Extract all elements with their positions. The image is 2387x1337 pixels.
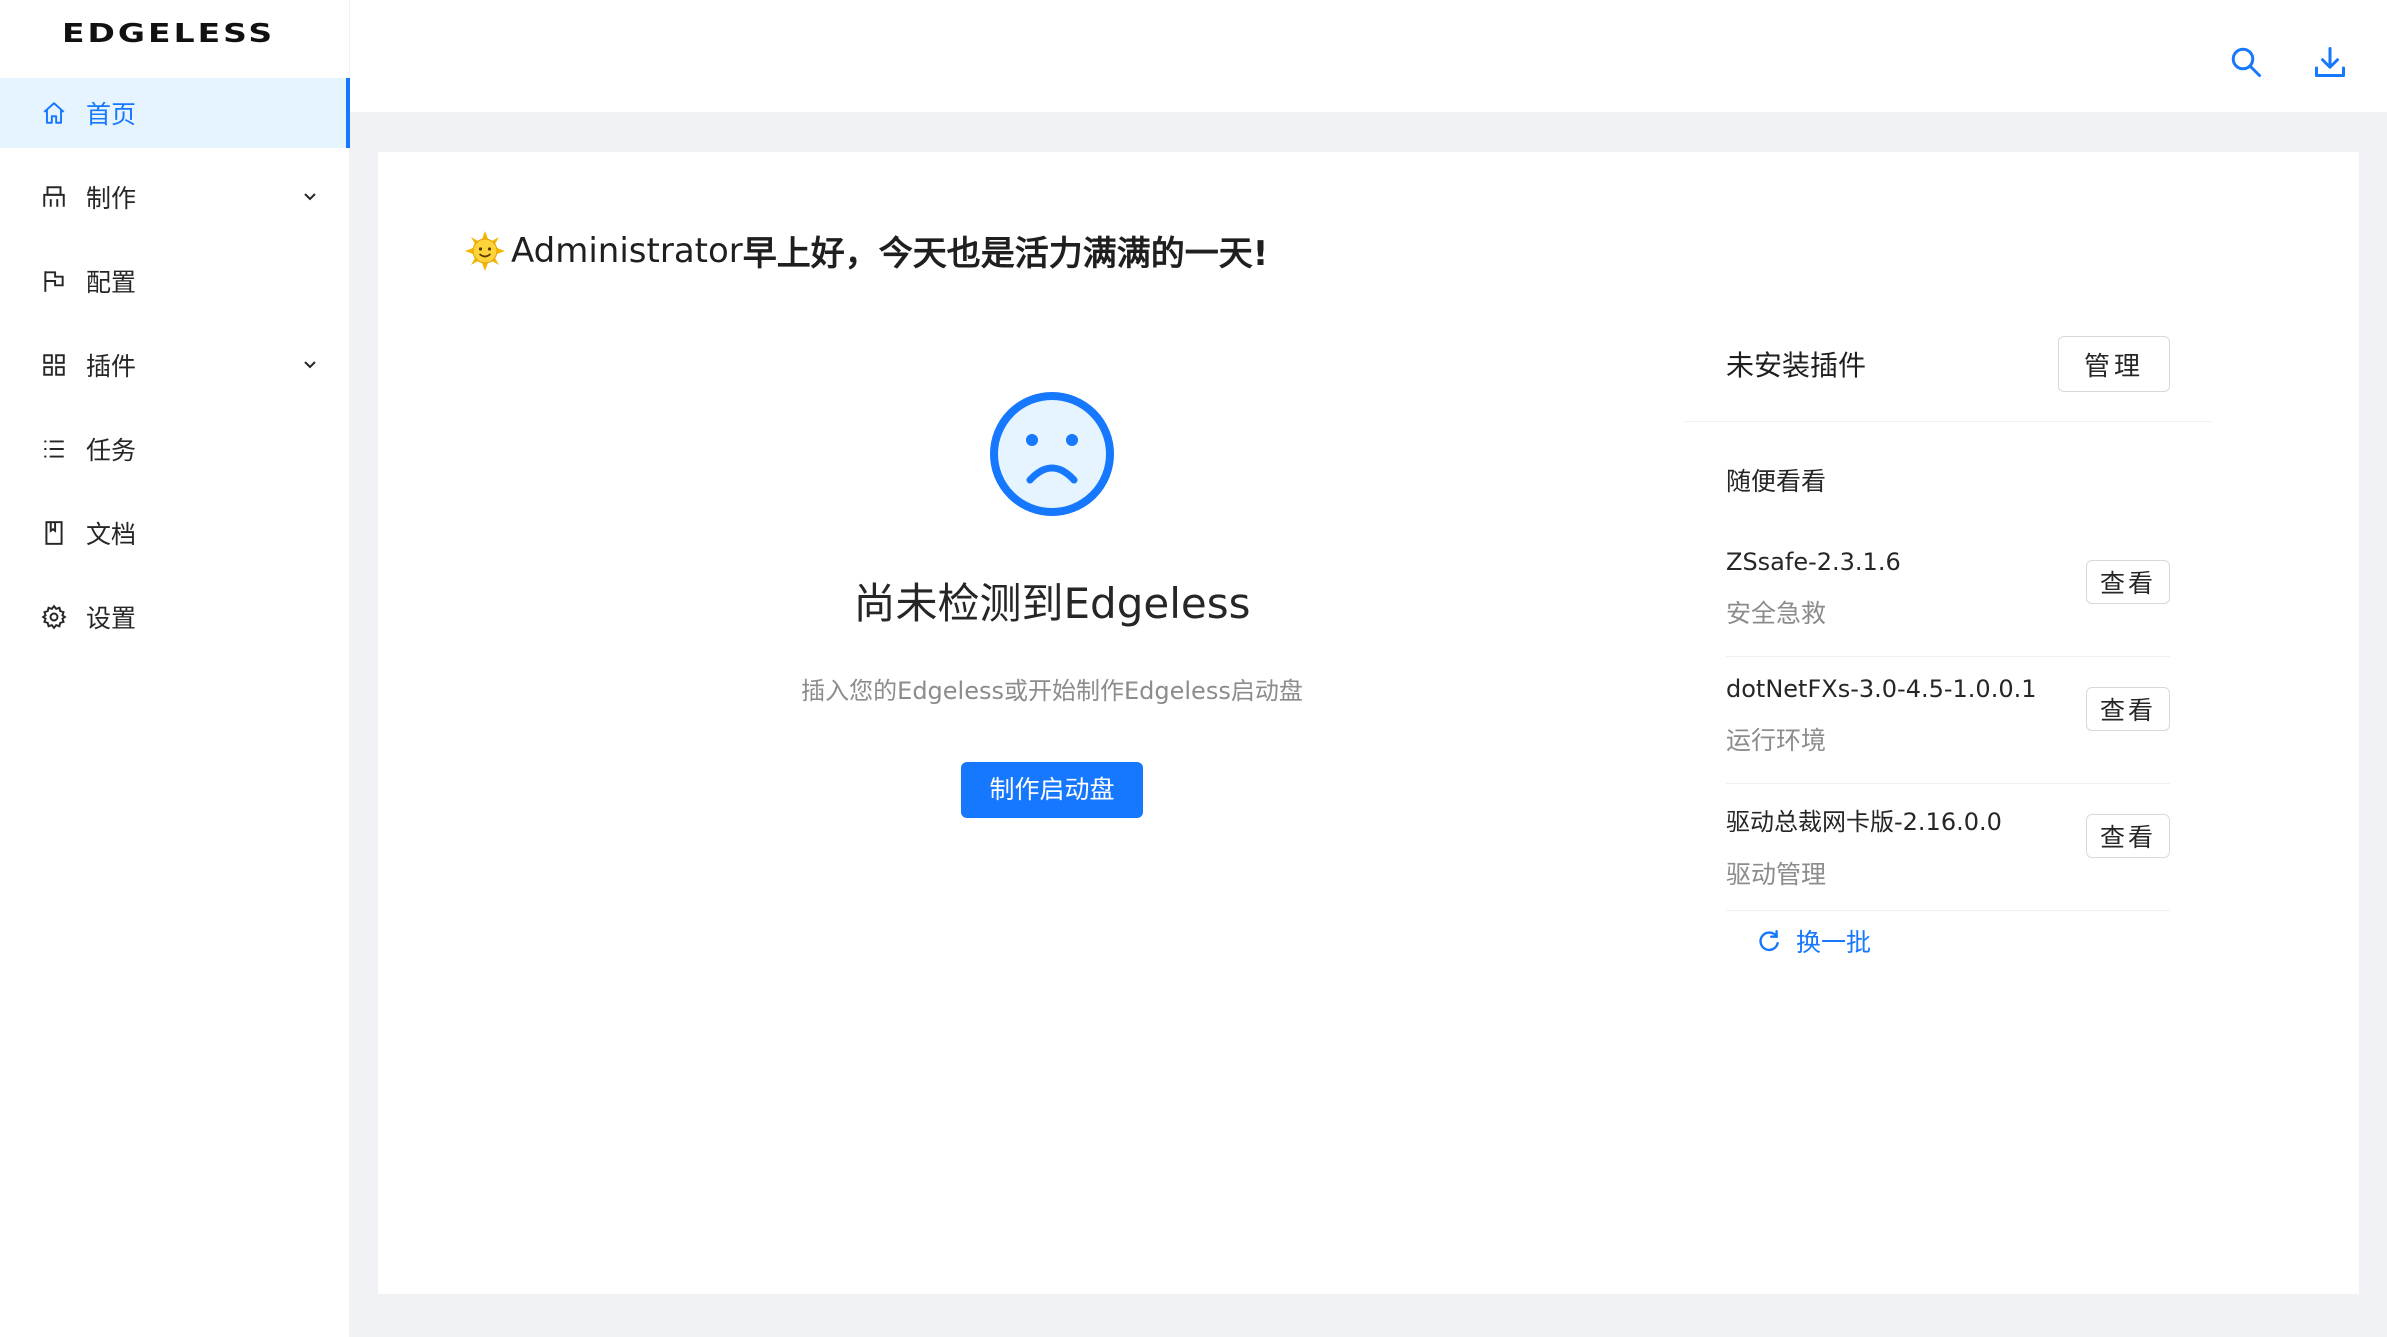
sun-emoji-icon	[465, 230, 505, 271]
panel-title: 未安装插件	[1726, 349, 1867, 382]
sidebar-menu: 首页 制作 配置 插件 任务 文档 设置	[0, 78, 350, 666]
view-plugin-button[interactable]: 查看	[2086, 560, 2170, 604]
create-boot-disk-button[interactable]: 制作启动盘	[961, 762, 1143, 818]
gear-icon	[40, 603, 68, 631]
download-icon[interactable]	[2312, 44, 2348, 80]
view-plugin-button[interactable]: 查看	[2086, 687, 2170, 731]
sidebar-item-config[interactable]: 配置	[0, 246, 350, 316]
list-item: dotNetFXs-3.0-4.5-1.0.0.1 运行环境 查看	[1726, 657, 2170, 784]
uninstalled-plugins-panel: 未安装插件 管理 随便看看 ZSsafe-2.3.1.6 安全急救 查看 dot…	[1684, 334, 2212, 959]
greeting-message: 早上好，今天也是活力满满的一天!	[742, 234, 1269, 274]
sidebar-item-settings[interactable]: 设置	[0, 582, 350, 652]
list-item: ZSsafe-2.3.1.6 安全急救 查看	[1726, 530, 2170, 657]
home-icon	[40, 99, 68, 127]
panel-header: 未安装插件 管理	[1684, 334, 2212, 422]
search-icon[interactable]	[2228, 44, 2264, 80]
build-icon	[40, 183, 68, 211]
sidebar: EDGELESS 首页 制作 配置 插件 任务 文档 设置	[0, 0, 350, 1337]
app-logo: EDGELESS	[62, 18, 276, 49]
sidebar-item-label: 任务	[86, 436, 137, 465]
sidebar-item-label: 文档	[86, 520, 137, 549]
sidebar-item-tasks[interactable]: 任务	[0, 414, 350, 484]
manage-button[interactable]: 管理	[2058, 336, 2170, 392]
list-icon	[40, 435, 68, 463]
empty-state: 尚未检测到Edgeless 插入您的Edgeless或开始制作Edgeless启…	[752, 390, 1352, 818]
sidebar-item-plugins[interactable]: 插件	[0, 330, 350, 400]
refresh-batch-link[interactable]: 换一批	[1756, 923, 2212, 959]
list-item: 驱动总裁网卡版-2.16.0.0 驱动管理 查看	[1726, 784, 2170, 911]
sad-face-icon	[990, 392, 1114, 516]
sidebar-item-label: 插件	[86, 352, 137, 381]
chevron-down-icon	[304, 193, 316, 201]
sidebar-item-docs[interactable]: 文档	[0, 498, 350, 568]
empty-title: 尚未检测到Edgeless	[853, 579, 1251, 628]
grid-icon	[40, 351, 68, 379]
sidebar-item-label: 首页	[86, 100, 137, 129]
sidebar-item-label: 制作	[86, 184, 137, 213]
sidebar-item-label: 配置	[86, 268, 137, 297]
top-header	[350, 0, 2387, 112]
view-plugin-button[interactable]: 查看	[2086, 814, 2170, 858]
book-icon	[40, 519, 68, 547]
plugin-list: ZSsafe-2.3.1.6 安全急救 查看 dotNetFXs-3.0-4.5…	[1726, 530, 2170, 911]
flag-icon	[40, 267, 68, 295]
greeting: Administrator 早上好，今天也是活力满满的一天!	[465, 226, 1268, 275]
plugin-category: 驱动管理	[1726, 860, 1827, 889]
sidebar-item-home[interactable]: 首页	[0, 78, 350, 148]
sidebar-item-label: 设置	[86, 604, 137, 633]
refresh-label: 换一批	[1796, 928, 1872, 957]
sidebar-item-build[interactable]: 制作	[0, 162, 350, 232]
greeting-username: Administrator	[511, 230, 743, 271]
refresh-icon	[1759, 930, 1779, 952]
chevron-down-icon	[304, 361, 316, 369]
panel-subtitle: 随便看看	[1726, 467, 1827, 496]
empty-subtitle: 插入您的Edgeless或开始制作Edgeless启动盘	[801, 677, 1303, 705]
